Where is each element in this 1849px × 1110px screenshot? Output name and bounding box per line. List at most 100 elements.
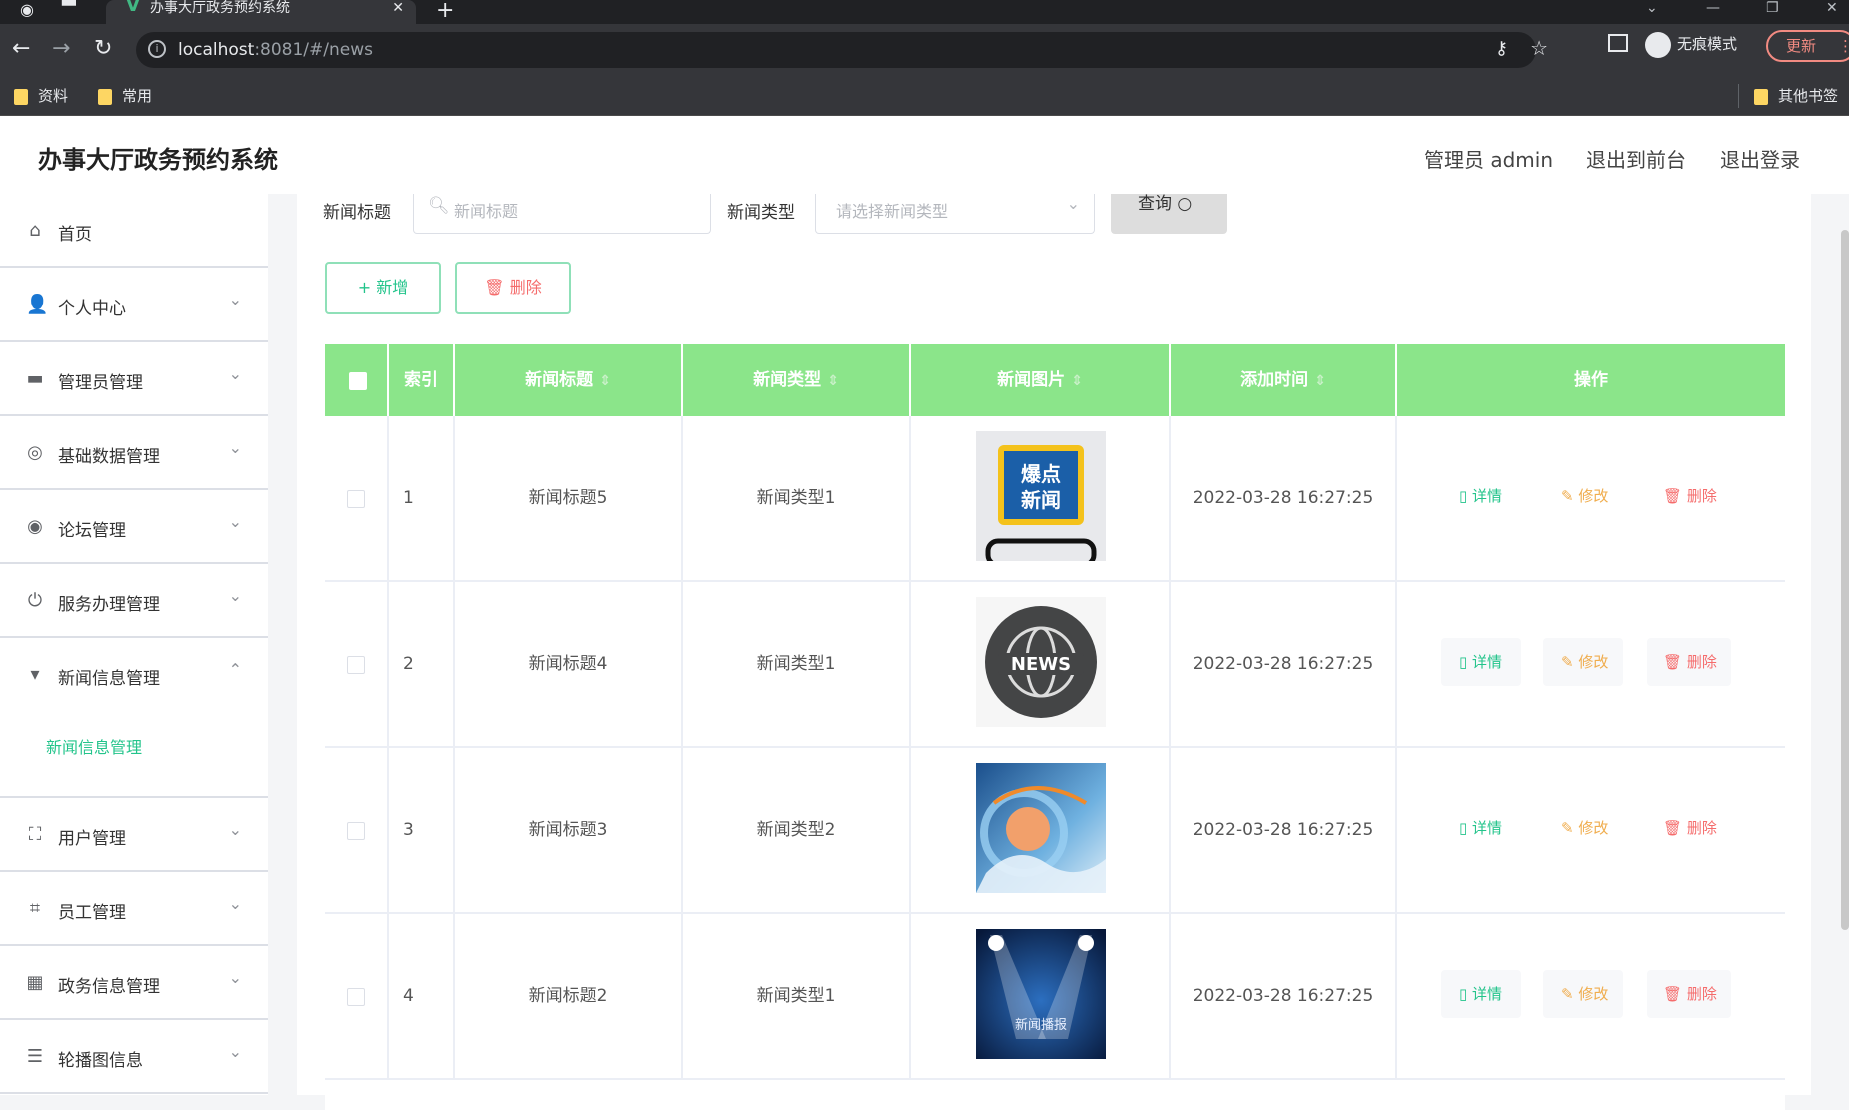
title-search-input[interactable]: 🔍︎ 新闻标题 (413, 194, 711, 234)
row-title: 新闻标题3 (455, 748, 683, 912)
fullscreen-icon: ⛶ (28, 824, 42, 845)
bookmark-star-icon[interactable]: ☆ (1530, 36, 1548, 60)
edit-button[interactable]: ✎ 修改 (1561, 652, 1608, 672)
folder-icon (1754, 88, 1768, 105)
data-icon: ◎ (27, 442, 43, 463)
row-title: 新闻标题4 (455, 582, 683, 746)
column-type[interactable]: 新闻类型 ⇕ (683, 344, 911, 416)
column-title[interactable]: 新闻标题 ⇕ (455, 344, 683, 416)
edit-button[interactable]: ✎ 修改 (1561, 818, 1608, 838)
row-select-cell (325, 582, 389, 746)
row-type: 新闻类型1 (683, 582, 911, 746)
site-info-icon[interactable]: i (148, 40, 166, 58)
column-image[interactable]: 新闻图片 ⇕ (911, 344, 1171, 416)
close-window-icon[interactable]: ✕ (1826, 0, 1838, 16)
baodian-news-image[interactable]: 爆点 新闻 (976, 431, 1106, 561)
batch-delete-button[interactable]: 🗑 删除 (455, 262, 571, 314)
row-checkbox[interactable] (347, 490, 365, 508)
address-bar[interactable]: i localhost:8081/#/news ⚷ ☆ (136, 32, 1548, 68)
row-actions: ▯ 详情 ✎ 修改 🗑 删除 (1397, 914, 1785, 1078)
list-icon: ☰ (26, 1046, 44, 1067)
edit-button[interactable]: ✎ 修改 (1561, 984, 1608, 1004)
row-checkbox[interactable] (347, 656, 365, 674)
add-button[interactable]: + 新增 (325, 262, 441, 314)
image-text-stage: 新闻播报 (1015, 1017, 1067, 1033)
tab-close-icon[interactable]: ✕ (392, 0, 404, 16)
sidebar-item-news[interactable]: ▾ 新闻信息管理 ⌃ (0, 638, 268, 712)
side-panel-icon[interactable] (1608, 34, 1628, 52)
sidebar-item-basic-data[interactable]: ◎ 基础数据管理 ⌄ (0, 416, 268, 490)
sidebar-item-forum[interactable]: ◉ 论坛管理 ⌄ (0, 490, 268, 564)
password-key-icon[interactable]: ⚷ (1495, 38, 1508, 59)
sidebar-item-carousel[interactable]: ☰ 轮播图信息 ⌄ (0, 1020, 268, 1094)
forum-icon: ◉ (27, 516, 43, 537)
bookmarks-bar: 资料 常用 其他书签 (0, 76, 1849, 116)
maximize-icon[interactable]: ❐ (1766, 0, 1779, 16)
sort-icon[interactable]: ⇕ (599, 373, 611, 389)
bookmark-divider (1738, 84, 1739, 108)
sort-icon[interactable]: ⇕ (827, 373, 839, 389)
new-tab-icon[interactable]: + (436, 0, 454, 23)
row-checkbox[interactable] (347, 822, 365, 840)
type-filter-label: 新闻类型 (727, 203, 795, 223)
sidebar-item-service[interactable]: ⏻ 服务办理管理 ⌄ (0, 564, 268, 638)
sort-icon[interactable]: ⇕ (1314, 373, 1326, 389)
sidebar-item-home[interactable]: ⌂ 首页 (0, 194, 268, 268)
update-button[interactable]: 更新 ⋮ (1766, 30, 1849, 62)
row-type: 新闻类型1 (683, 914, 911, 1078)
back-to-front-link[interactable]: 退出到前台 (1586, 144, 1686, 173)
back-icon[interactable]: ← (12, 36, 30, 62)
logout-link[interactable]: 退出登录 (1720, 144, 1800, 173)
detail-button[interactable]: ▯ 详情 (1459, 486, 1502, 506)
search-icon: ○ (1177, 194, 1193, 214)
detail-button[interactable]: ▯ 详情 (1459, 652, 1502, 672)
stage-news-image[interactable]: 新闻播报 (976, 929, 1106, 1059)
blue-news-image[interactable] (976, 763, 1106, 893)
svg-text:新闻: 新闻 (1021, 488, 1061, 512)
delete-button[interactable]: 🗑 删除 (1663, 984, 1717, 1004)
forward-icon[interactable]: → (52, 36, 70, 62)
column-time[interactable]: 添加时间 ⇕ (1171, 344, 1397, 416)
tab-search-icon[interactable]: ⌄ (1646, 0, 1658, 16)
image-text-baodian: 爆点 (1021, 462, 1061, 486)
sidebar-item-users[interactable]: ⛶ 用户管理 ⌄ (0, 798, 268, 872)
globe-news-image[interactable]: NEWS (976, 597, 1106, 727)
sidebar-item-admin[interactable]: ▬ 管理员管理 ⌄ (0, 342, 268, 416)
app-title: 办事大厅政务预约系统 (38, 146, 278, 174)
edit-button[interactable]: ✎ 修改 (1561, 486, 1608, 506)
row-checkbox[interactable] (347, 988, 365, 1006)
page-scrollbar[interactable] (1841, 230, 1849, 930)
incognito-icon (1645, 31, 1671, 58)
detail-button[interactable]: ▯ 详情 (1459, 984, 1502, 1004)
delete-button[interactable]: 🗑 删除 (1663, 818, 1717, 838)
bookmark-folder-changyong[interactable]: 常用 (98, 86, 152, 106)
sidebar-item-gov-info[interactable]: ▦ 政务信息管理 ⌄ (0, 946, 268, 1020)
table-row: 4 新闻标题2 新闻类型1 新闻播报 2022-03-28 16:27:25 ▯… (325, 914, 1785, 1080)
minimize-icon[interactable]: — (1706, 0, 1720, 16)
row-actions: ▯ 详情 ✎ 修改 🗑 删除 (1397, 582, 1785, 746)
sidebar-item-staff[interactable]: ⌗ 员工管理 ⌄ (0, 872, 268, 946)
incognito-indicator[interactable]: 无痕模式 (1645, 30, 1737, 58)
detail-button[interactable]: ▯ 详情 (1459, 818, 1502, 838)
column-actions: 操作 (1574, 370, 1608, 390)
row-index: 1 (389, 416, 455, 580)
type-select[interactable]: 请选择新闻类型 ⌄ (815, 194, 1095, 234)
window-icon[interactable]: ▀ (62, 0, 76, 17)
sidebar-item-profile[interactable]: 👤 个人中心 ⌄ (0, 268, 268, 342)
select-all-checkbox[interactable] (349, 372, 367, 390)
tab-title: 办事大厅政务预约系统 (150, 0, 290, 16)
row-time: 2022-03-28 16:27:25 (1171, 582, 1397, 746)
table-row: 3 新闻标题3 新闻类型2 2022-03-28 16:27:25 ▯ 详情 ✎… (325, 748, 1785, 914)
chevron-down-icon: ⌄ (1066, 194, 1080, 213)
sort-icon[interactable]: ⇕ (1071, 373, 1083, 389)
row-image-cell: 爆点 新闻 (911, 416, 1171, 580)
bookmark-folder-ziliao[interactable]: 资料 (14, 86, 68, 106)
browser-menu-icon[interactable]: ◉ (20, 0, 34, 19)
other-bookmarks[interactable]: 其他书签 (1754, 86, 1838, 106)
query-button[interactable]: 查询 ○ (1111, 194, 1227, 234)
delete-button[interactable]: 🗑 删除 (1663, 486, 1717, 506)
reload-icon[interactable]: ↻ (94, 36, 112, 62)
delete-button[interactable]: 🗑 删除 (1663, 652, 1717, 672)
browser-tab-active[interactable]: V 办事大厅政务预约系统 ✕ (106, 0, 416, 24)
sidebar-subitem-news-management[interactable]: 新闻信息管理 (0, 712, 268, 798)
